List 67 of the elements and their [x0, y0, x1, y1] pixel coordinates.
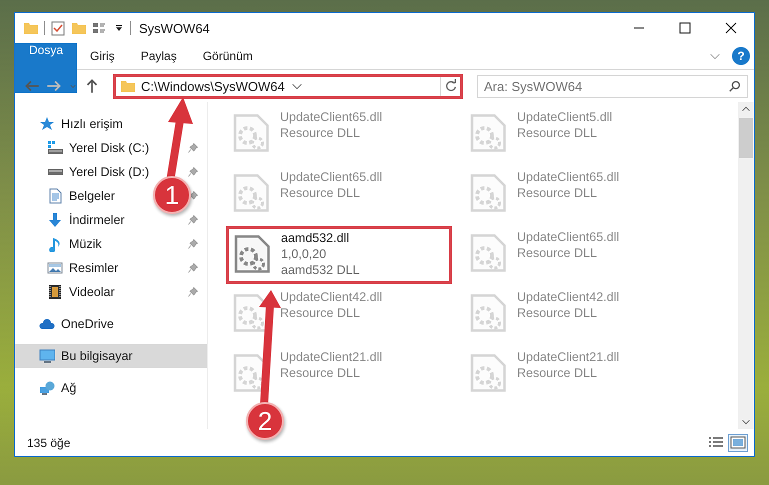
ribbon-tab[interactable]: Paylaş — [128, 43, 190, 69]
cloud-icon — [39, 316, 55, 332]
search-field[interactable]: Ara: SysWOW64 — [477, 74, 748, 98]
film-icon — [47, 284, 63, 300]
sidebar-item[interactable]: OneDrive — [15, 312, 118, 336]
network-icon — [39, 380, 55, 396]
help-button[interactable]: ? — [732, 47, 750, 65]
scrollbar[interactable] — [738, 102, 754, 429]
checklist-icon[interactable] — [50, 20, 66, 36]
pin-icon[interactable] — [187, 214, 199, 226]
file-name: UpdateClient21.dll — [280, 350, 382, 364]
file-name: UpdateClient65.dll — [280, 170, 382, 184]
item-count: 135 öğe — [27, 436, 72, 450]
file-detail: Resource DLL — [517, 306, 598, 320]
refresh-icon — [444, 79, 458, 93]
sidebar-item[interactable]: Resimler — [15, 256, 122, 280]
file-name: UpdateClient65.dll — [517, 170, 620, 184]
picture-icon — [47, 260, 63, 276]
file-name: aamd532.dll — [281, 231, 350, 245]
sidebar-item[interactable]: İndirmeler — [15, 208, 129, 232]
pin-icon[interactable] — [187, 262, 199, 274]
large-icons-view-button[interactable] — [728, 434, 748, 452]
file-detail: Resource DLL — [280, 366, 361, 380]
monitor-icon — [39, 348, 55, 364]
file-name: UpdateClient5.dll — [517, 110, 612, 124]
sidebar-item[interactable]: Videolar — [15, 280, 119, 304]
drive-icon — [47, 140, 63, 156]
file-detail: Resource DLL — [280, 306, 361, 320]
pin-icon[interactable] — [187, 238, 199, 250]
star-icon — [39, 116, 55, 132]
sidebar-item[interactable]: Yerel Disk (C:) — [15, 136, 154, 160]
file-item[interactable]: aamd532.dll 1,0,0,20 aamd532 DLL — [226, 226, 452, 284]
ribbon-tab[interactable]: Giriş — [77, 43, 128, 69]
download-arrow-icon — [47, 212, 63, 228]
file-detail: Resource DLL — [517, 366, 598, 380]
file-name: UpdateClient21.dll — [517, 350, 620, 364]
properties-icon[interactable] — [92, 20, 108, 36]
file-detail: Resource DLL — [517, 246, 598, 260]
ribbon-tab[interactable]: Görünüm — [190, 43, 266, 69]
file-name: UpdateClient65.dll — [517, 230, 620, 244]
address-path: C:\Windows\SysWOW64 — [141, 78, 285, 94]
sidebar-item[interactable]: Ağ — [15, 376, 80, 400]
file-name: UpdateClient42.dll — [280, 290, 382, 304]
window-title: SysWOW64 — [139, 20, 210, 36]
file-detail: aamd532 DLL — [281, 263, 360, 277]
document-icon — [47, 188, 63, 204]
pin-icon[interactable] — [187, 166, 199, 178]
sidebar-item[interactable]: Bu bilgisayar — [15, 344, 207, 368]
pin-icon[interactable] — [187, 286, 199, 298]
sidebar-item[interactable]: Hızlı erişim — [15, 112, 127, 136]
pin-icon[interactable] — [187, 142, 199, 154]
sidebar-item[interactable]: Belgeler — [15, 184, 119, 208]
address-bar[interactable]: C:\Windows\SysWOW64 — [113, 74, 463, 98]
sidebar-item[interactable]: Yerel Disk (D:) — [15, 160, 154, 184]
scrollbar-thumb[interactable] — [739, 118, 753, 158]
sidebar-item[interactable]: Müzik — [15, 232, 106, 256]
file-detail: 1,0,0,20 — [281, 247, 328, 261]
file-detail: Resource DLL — [517, 186, 598, 200]
folder-icon — [120, 78, 136, 94]
file-detail: Resource DLL — [517, 126, 598, 140]
file-name: UpdateClient65.dll — [280, 110, 382, 124]
file-menu-tab[interactable]: Dosya — [15, 43, 78, 93]
file-detail: Resource DLL — [280, 186, 361, 200]
file-name: UpdateClient42.dll — [517, 290, 620, 304]
drive-icon — [47, 168, 63, 176]
search-icon[interactable] — [728, 78, 742, 92]
file-detail: Resource DLL — [280, 126, 361, 140]
